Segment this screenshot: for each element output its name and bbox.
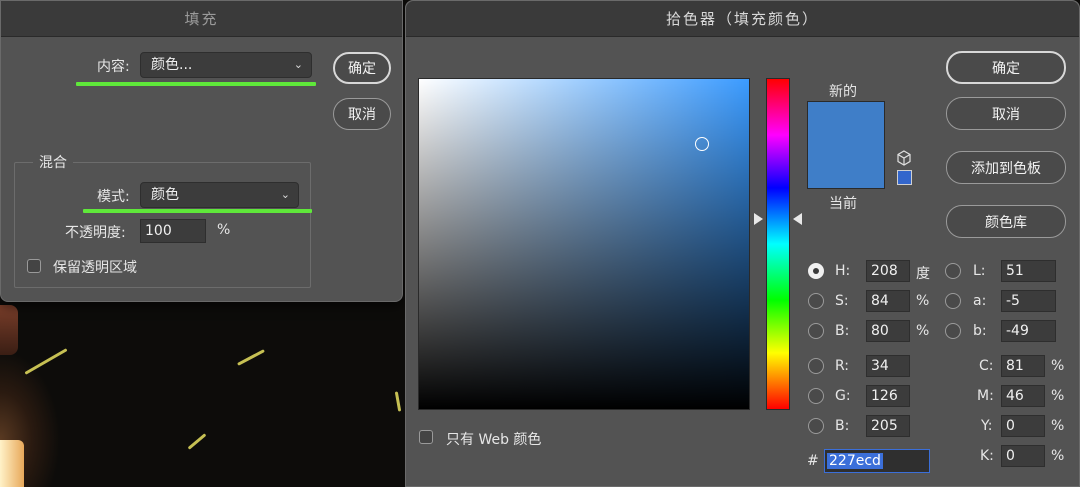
contents-value: 颜色... [151,57,193,73]
radio-hue[interactable] [808,263,824,279]
lantern-light [0,440,24,487]
lab-l-input[interactable]: 51 [1001,260,1056,282]
saturation-unit: % [916,293,930,309]
preserve-transparency-checkbox[interactable] [27,259,41,273]
magenta-label: M: [977,388,994,404]
color-libraries-button[interactable]: 颜色库 [946,205,1066,238]
hue-slider-handle-right[interactable] [793,213,802,225]
new-color-label: 新的 [829,84,857,100]
blue-input[interactable]: 205 [866,415,910,437]
contents-label: 内容: [97,59,130,75]
chevron-down-icon: ⌄ [293,58,303,71]
radio-red[interactable] [808,358,824,374]
black-input[interactable]: 0 [1001,445,1045,467]
brightness-input[interactable]: 80 [866,320,910,342]
color-picker-dialog: 拾色器（填充颜色） 新的 当前 确定 取消 添加到色板 颜色库 H: 208 度… [405,0,1080,487]
red-input[interactable]: 34 [866,355,910,377]
lab-b-input[interactable]: -49 [1001,320,1056,342]
highlight-underline [83,209,312,213]
radio-green[interactable] [808,388,824,404]
cyan-unit: % [1051,358,1065,374]
new-color-swatch [807,101,885,145]
magenta-unit: % [1051,388,1065,404]
current-color-label: 当前 [829,196,857,212]
black-unit: % [1051,448,1065,464]
blending-title: 混合 [33,152,73,172]
hex-value: 227ecd [827,453,883,469]
web-colors-only-label: 只有 Web 颜色 [446,432,542,448]
radio-lab-a[interactable] [945,293,961,309]
lantern-frame [0,305,18,355]
hue-slider-handle-left[interactable] [754,213,763,225]
cyan-label: C: [979,358,994,374]
current-color-swatch[interactable] [807,145,885,189]
yellow-input[interactable]: 0 [1001,415,1045,437]
yellow-unit: % [1051,418,1065,434]
hex-input[interactable]: 227ecd [824,449,930,473]
radio-saturation[interactable] [808,293,824,309]
fill-cancel-button[interactable]: 取消 [333,98,391,130]
add-to-swatches-button[interactable]: 添加到色板 [946,151,1066,184]
lab-a-input[interactable]: -5 [1001,290,1056,312]
red-label: R: [835,358,850,374]
picker-ok-button[interactable]: 确定 [946,51,1066,84]
radio-brightness[interactable] [808,323,824,339]
black-label: K: [980,448,994,464]
mode-label: 模式: [97,189,130,205]
color-field-cursor[interactable] [695,137,709,151]
green-input[interactable]: 126 [866,385,910,407]
picker-cancel-button[interactable]: 取消 [946,97,1066,130]
opacity-label: 不透明度: [65,225,126,241]
cyan-input[interactable]: 81 [1001,355,1045,377]
web-colors-only-checkbox[interactable] [419,430,433,444]
hue-label: H: [835,263,851,279]
radio-lab-l[interactable] [945,263,961,279]
brightness-unit: % [916,323,930,339]
green-label: G: [835,388,851,404]
hex-label: # [807,453,819,469]
hue-slider[interactable] [766,78,790,410]
opacity-unit: % [217,222,231,238]
chevron-down-icon: ⌄ [280,188,290,201]
lab-b-label: b: [973,323,987,339]
fill-dialog: 填充 内容: 颜色... ⌄ 确定 取消 混合 模式: 颜色 ⌄ 不透明度: 1… [0,0,403,302]
mode-dropdown[interactable]: 颜色 ⌄ [140,182,299,208]
brightness-label: B: [835,323,850,339]
saturation-label: S: [835,293,849,309]
highlight-underline [76,82,316,86]
yellow-label: Y: [981,418,993,434]
hue-unit: 度 [916,266,930,282]
saturation-input[interactable]: 84 [866,290,910,312]
color-picker-title: 拾色器（填充颜色） [406,1,1079,37]
fill-dialog-title: 填充 [1,1,402,37]
blue-label: B: [835,418,850,434]
contents-dropdown[interactable]: 颜色... ⌄ [140,52,312,78]
opacity-input[interactable]: 100 [140,219,206,243]
fill-ok-button[interactable]: 确定 [333,52,391,84]
radio-lab-b[interactable] [945,323,961,339]
radio-blue[interactable] [808,418,824,434]
background-photo [0,290,405,487]
saturation-brightness-field[interactable] [418,78,750,410]
mode-value: 颜色 [151,187,179,203]
cube-icon[interactable] [896,150,912,166]
magenta-input[interactable]: 46 [1001,385,1045,407]
lab-a-label: a: [973,293,987,309]
websafe-color-swatch[interactable] [897,170,912,185]
preserve-transparency-label: 保留透明区域 [53,260,137,276]
hue-input[interactable]: 208 [866,260,910,282]
lab-l-label: L: [973,263,986,279]
